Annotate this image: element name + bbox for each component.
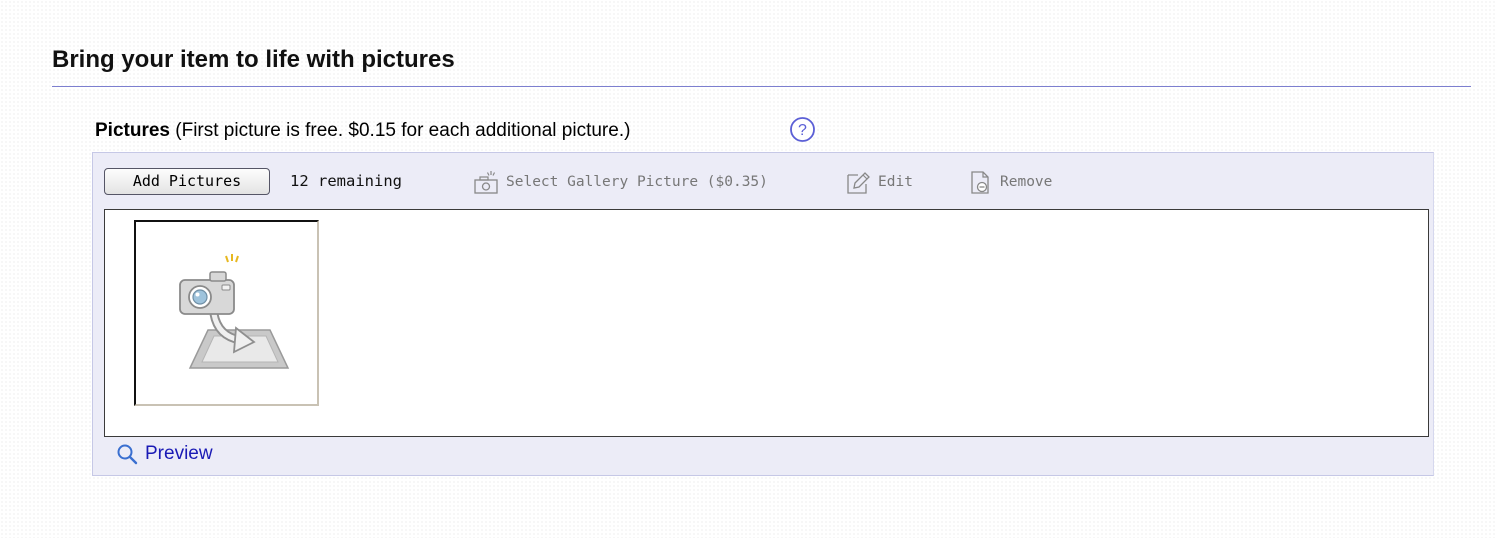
edit-label: Edit [878,174,913,190]
svg-text:?: ? [798,122,807,139]
add-pictures-button[interactable]: Add Pictures [104,168,270,195]
pencil-icon [847,172,870,194]
preview-label: Preview [145,443,213,464]
pictures-pricing-note: (First picture is free. $0.15 for each a… [175,120,631,141]
question-circle-icon[interactable]: ? [789,116,816,143]
camera-icon [474,171,498,194]
section-title: Bring your item to life with pictures [52,46,455,73]
select-gallery-picture-label: Select Gallery Picture ($0.35) [506,174,768,190]
remove-button[interactable]: Remove [966,167,1052,197]
title-divider [52,86,1471,87]
select-gallery-picture-button[interactable]: Select Gallery Picture ($0.35) [472,167,768,197]
remove-label: Remove [1000,174,1053,190]
pictures-label: Pictures (First picture is free. $0.15 f… [95,118,630,144]
picture-thumbnail-slot[interactable] [134,220,319,406]
remaining-count: 12 remaining [290,172,402,190]
edit-button[interactable]: Edit [844,167,913,197]
pictures-heading: Pictures [95,120,170,141]
pictures-toolbar: Add Pictures 12 remaining Select Gallery… [104,167,1424,197]
document-remove-icon [971,171,989,194]
preview-link[interactable]: Preview [116,441,213,467]
camera-upload-icon [179,254,290,369]
magnifier-icon [117,444,138,465]
